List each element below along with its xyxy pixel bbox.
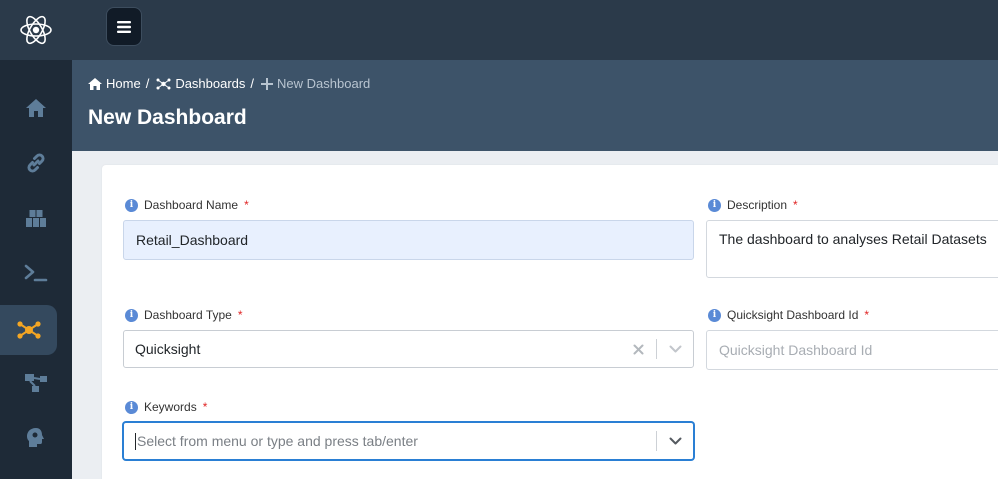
dashboard-name-label: i Dashboard Name * [125,198,249,212]
home-icon [88,77,102,90]
dropdown-toggle[interactable] [657,331,693,367]
breadcrumb-current: New Dashboard [261,76,370,91]
required-marker: * [202,400,208,414]
atom-icon [20,15,52,45]
workflow-icon [25,374,47,392]
dashboard-type-value: Quicksight [135,341,201,357]
quicksight-id-input[interactable] [706,330,998,370]
text-caret [135,432,136,450]
keywords-label-text: Keywords [144,400,197,414]
sidebar-item-datasets[interactable] [0,193,72,243]
sidebar [0,0,72,479]
required-marker: * [793,198,798,212]
info-icon[interactable]: i [708,198,721,212]
form-card: i Dashboard Name * i Description * The d… [102,165,998,479]
breadcrumb-dashboards[interactable]: Dashboards [156,76,245,91]
dashboard-type-label-text: Dashboard Type [144,308,232,322]
keywords-label: i Keywords * [125,400,207,414]
info-icon[interactable]: i [125,198,138,212]
hamburger-icon [117,20,131,33]
keywords-select[interactable]: Select from menu or type and press tab/e… [123,422,694,460]
close-icon [633,344,643,354]
info-icon[interactable]: i [125,400,138,414]
page-title: New Dashboard [88,106,247,129]
dashboard-network-icon [16,321,41,339]
breadcrumb-separator: / [250,76,255,91]
chevron-down-icon [669,345,681,353]
clear-button[interactable] [620,331,656,367]
page-header: Home / Dashboards / New Dashboard New Da… [72,60,998,151]
required-marker: * [244,198,249,212]
ml-head-icon [27,428,44,447]
dashboard-name-label-text: Dashboard Name [144,198,239,212]
home-icon [26,99,46,117]
top-bar [72,0,998,60]
breadcrumb-home-label: Home [106,76,141,91]
app-logo[interactable] [0,0,72,60]
sidebar-item-connections[interactable] [0,138,72,188]
description-label: i Description * [708,198,798,212]
description-label-text: Description [727,198,788,212]
plus-icon [261,77,274,90]
breadcrumb-separator: / [145,76,150,91]
sidebar-item-ml[interactable] [0,413,72,463]
dashboard-network-icon [156,78,171,90]
menu-toggle-button[interactable] [106,7,142,46]
description-textarea[interactable]: The dashboard to analyses Retail Dataset… [706,220,998,278]
quicksight-id-label-text: Quicksight Dashboard Id [727,308,859,322]
info-icon[interactable]: i [708,308,721,322]
terminal-icon [24,264,48,282]
info-icon[interactable]: i [125,308,138,322]
breadcrumb-home[interactable]: Home [88,76,141,91]
dropdown-toggle[interactable] [657,423,693,459]
breadcrumb-current-label: New Dashboard [277,76,371,91]
sidebar-item-home[interactable] [0,83,72,133]
link-icon [27,153,45,173]
breadcrumb-dashboards-label: Dashboards [175,76,246,91]
sidebar-item-workflows[interactable] [0,358,72,408]
required-marker: * [237,308,243,322]
sidebar-item-dashboards[interactable] [0,305,57,355]
breadcrumb: Home / Dashboards / New Dashboard [88,76,370,91]
dashboard-name-input[interactable] [123,220,694,260]
dashboard-type-label: i Dashboard Type * [125,308,243,322]
quicksight-id-label: i Quicksight Dashboard Id * [708,308,869,322]
dashboard-type-select[interactable]: Quicksight [123,330,694,368]
keywords-placeholder-text: Select from menu or type and press tab/e… [137,433,418,449]
datasets-icon [26,210,46,227]
keywords-placeholder: Select from menu or type and press tab/e… [124,432,656,450]
sidebar-item-terminal[interactable] [0,248,72,298]
required-marker: * [864,308,870,322]
chevron-down-icon [669,437,681,445]
